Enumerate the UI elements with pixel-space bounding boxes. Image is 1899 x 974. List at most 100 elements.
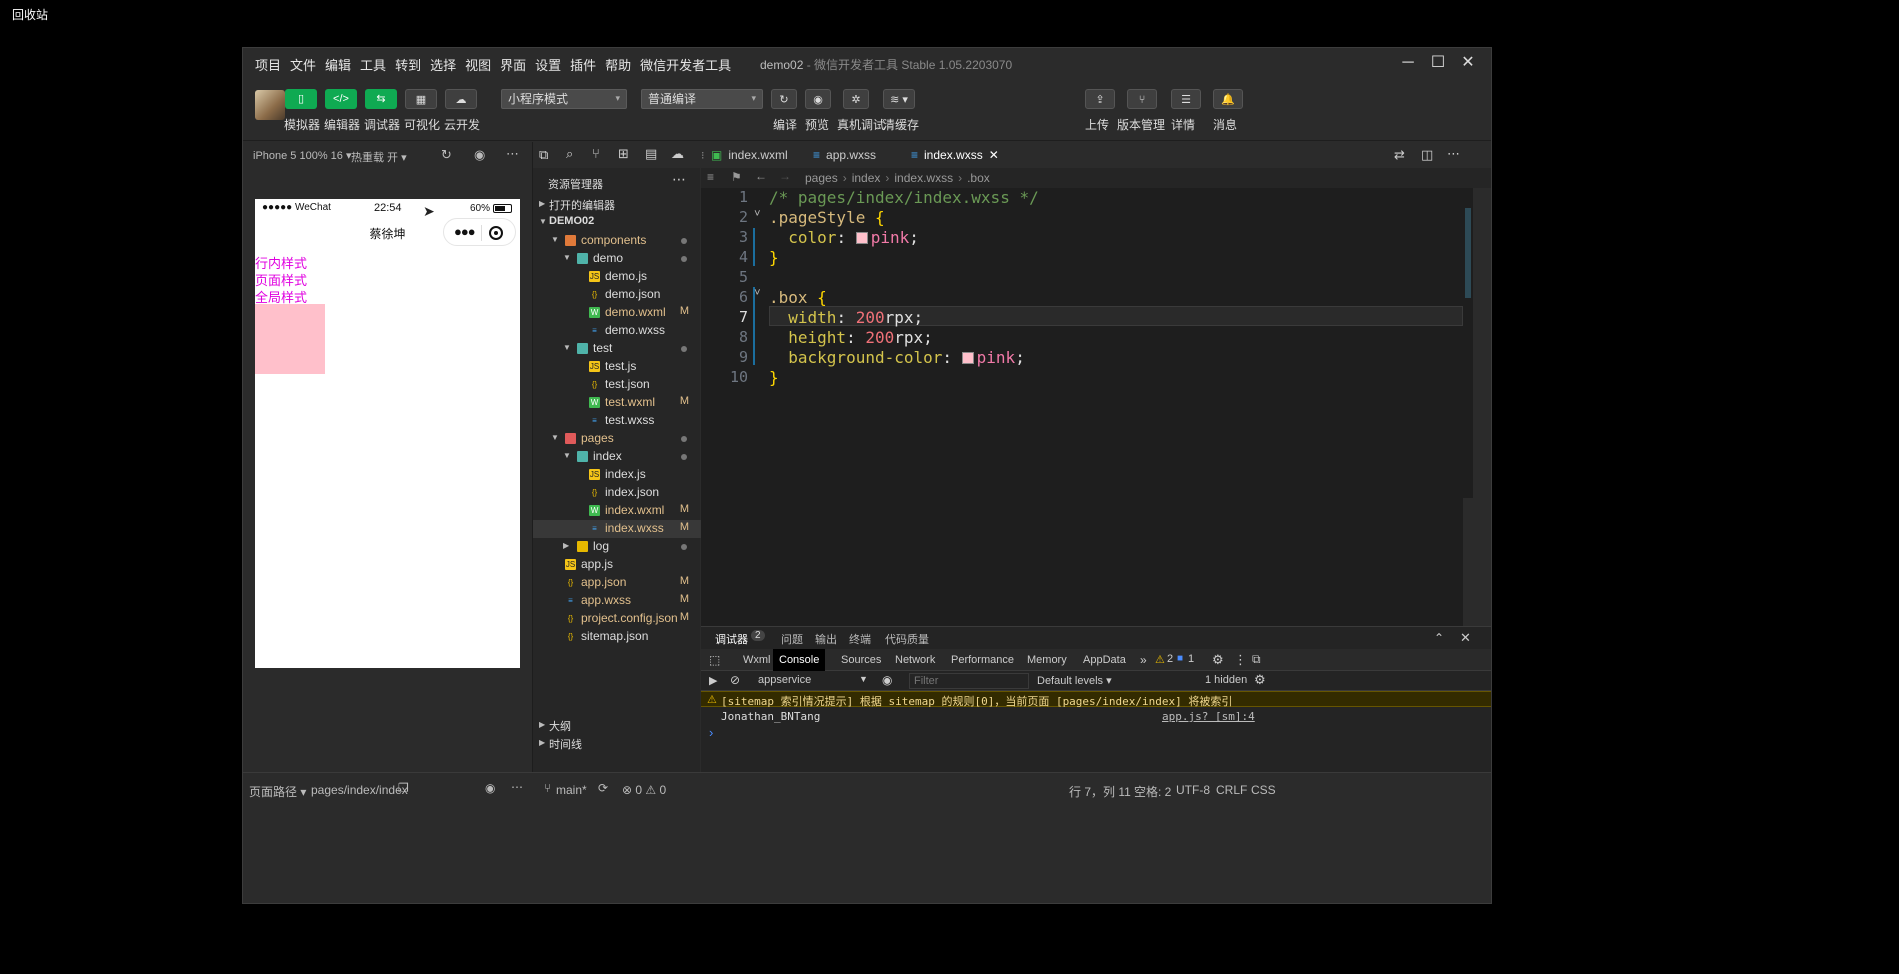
menu-7[interactable]: 界面 (500, 55, 526, 74)
list-icon[interactable]: ≡ (707, 170, 714, 184)
phone-toggle-button[interactable]: ▯ (285, 89, 317, 109)
tree-item[interactable]: JS app.js (533, 556, 701, 574)
menu-5[interactable]: 选择 (430, 55, 456, 74)
tree-item[interactable]: JS test.js (533, 358, 701, 376)
tree-item[interactable]: {} project.config.json M (533, 610, 701, 628)
code-line[interactable]: color: pink; (769, 228, 919, 247)
版本管理-button[interactable]: ⑂ (1127, 89, 1157, 109)
tree-item[interactable]: ≡ app.wxss M (533, 592, 701, 610)
tree-item[interactable]: ≡ index.wxss M (533, 520, 701, 538)
breadcrumb-item[interactable]: index.wxss (894, 171, 953, 185)
fold-icon[interactable]: ˅ (754, 286, 761, 300)
toolbar-label[interactable]: 清缓存 (883, 116, 919, 133)
devtools-tab[interactable]: Network (889, 649, 941, 671)
breadcrumb-item[interactable]: index (852, 171, 881, 185)
toolbar-label[interactable]: 预览 (805, 116, 829, 133)
toolbar-label[interactable]: 真机调试 (837, 116, 885, 133)
open-editors-section[interactable]: ▶ 打开的编辑器 (533, 196, 701, 214)
close-circle-icon[interactable] (489, 226, 503, 240)
source-control-icon[interactable]: ⑂ (592, 146, 600, 161)
outline-section[interactable]: ▶ 大纲 (533, 717, 701, 735)
code-toggle-button[interactable]: </> (325, 89, 357, 109)
menu-2[interactable]: 编辑 (325, 55, 351, 74)
真机调试-button[interactable]: ✲ (843, 89, 869, 109)
git-branch[interactable]: main* (556, 783, 587, 797)
gear-icon[interactable]: ⚙ (1212, 652, 1224, 668)
menu-6[interactable]: 视图 (465, 55, 491, 74)
more-icon[interactable]: ⋯ (672, 171, 686, 188)
page-path-label[interactable]: 页面路径 ▾ (249, 783, 306, 800)
toolbar-label[interactable]: 消息 (1213, 116, 1237, 133)
clear-console-icon[interactable]: ⊘ (730, 673, 740, 687)
code-line[interactable]: background-color: pink; (769, 348, 1025, 367)
back-arrow-icon[interactable]: ← (755, 169, 767, 183)
minimap-scrollbar[interactable] (1463, 188, 1473, 498)
code-line[interactable]: width: 200rpx; (769, 308, 923, 327)
color-swatch[interactable] (855, 232, 868, 244)
tree-item[interactable]: {} demo.json (533, 286, 701, 304)
code-line[interactable]: /* pages/index/index.wxss */ (769, 188, 1039, 207)
forward-arrow-icon[interactable]: → (779, 169, 791, 183)
indentation[interactable]: 空格: 2 (1134, 783, 1171, 800)
eye-icon[interactable]: ◉ (485, 781, 495, 795)
log-levels-select[interactable]: Default levels ▾ (1037, 674, 1112, 687)
device-select[interactable]: iPhone 5 100% 16 ▾ (253, 149, 351, 162)
bookmark-icon[interactable]: ⚑ (731, 170, 742, 184)
code-line[interactable]: } (769, 248, 779, 267)
more-dots-icon[interactable]: ●●● (454, 224, 476, 239)
undock-icon[interactable]: ⧉ (1252, 652, 1261, 667)
tree-item[interactable]: Wtest.wxml M (533, 394, 701, 412)
menu-1[interactable]: 文件 (290, 55, 316, 74)
tab-index.wxml[interactable]: ▣ index.wxml (711, 142, 788, 168)
extensions-icon[interactable]: ⊞ (618, 146, 629, 162)
log-source-link[interactable]: app.js? [sm]:4 (1162, 710, 1255, 723)
tree-item[interactable]: Wdemo.wxml M (533, 304, 701, 322)
上传-button[interactable]: ⇪ (1085, 89, 1115, 109)
menu-10[interactable]: 帮助 (605, 55, 631, 74)
panel-tab[interactable]: 调试器 (715, 631, 748, 650)
hot-reload-toggle[interactable]: 热重载 开 ▾ (351, 149, 407, 165)
capsule-button[interactable]: ●●● (443, 218, 516, 246)
tab-app.wxss[interactable]: ≡ app.wxss (813, 142, 876, 168)
devtools-tab[interactable]: Wxml (737, 649, 777, 671)
tree-item[interactable]: JS demo.js (533, 268, 701, 286)
tree-item[interactable]: ▼ index (533, 448, 701, 466)
cursor-position[interactable]: 行 7，列 11 (1069, 783, 1131, 800)
more-icon[interactable]: ⋯ (511, 780, 523, 794)
toolbar-label[interactable]: 模拟器 (284, 116, 320, 133)
menu-8[interactable]: 设置 (535, 55, 561, 74)
toolbar-label[interactable]: 可视化 (404, 116, 440, 133)
files-icon[interactable]: ⧉ (539, 147, 548, 163)
tree-item[interactable]: ▼ test (533, 340, 701, 358)
panel-tab[interactable]: 代码质量 (885, 631, 929, 647)
mode-select[interactable]: 小程序模式 ▾ (501, 89, 627, 109)
devtools-tab[interactable]: Performance (945, 649, 1020, 671)
maximize-button[interactable]: ☐ (1428, 53, 1448, 73)
code-line[interactable]: .box { (769, 288, 827, 307)
toolbar-label[interactable]: 调试器 (364, 116, 400, 133)
toolbar-label[interactable]: 云开发 (444, 116, 480, 133)
search-icon[interactable]: ⌕ (566, 146, 573, 162)
cloud-toggle-button[interactable]: ☁ (445, 89, 477, 109)
tree-item[interactable]: JS index.js (533, 466, 701, 484)
breadcrumb-item[interactable]: pages (805, 171, 838, 185)
menu-0[interactable]: 项目 (255, 55, 281, 74)
编译-button[interactable]: ↻ (771, 89, 797, 109)
code-line[interactable]: .pageStyle { (769, 208, 885, 227)
toolbar-label[interactable]: 上传 (1085, 116, 1109, 133)
close-panel-icon[interactable]: ✕ (1460, 630, 1471, 646)
tree-item[interactable]: ▼ components (533, 232, 701, 250)
fold-icon[interactable]: ˅ (754, 207, 761, 221)
more-icon[interactable]: ⋯ (506, 146, 519, 162)
tree-item[interactable]: ▶ log (533, 538, 701, 556)
copy-icon[interactable]: ❐ (398, 781, 409, 795)
devtools-tab[interactable]: AppData (1077, 649, 1132, 671)
tree-item[interactable]: ≡ test.wxss (533, 412, 701, 430)
close-button[interactable]: ✕ (1458, 53, 1478, 73)
warning-count[interactable]: 2 (1167, 653, 1173, 665)
context-select[interactable]: appservice (758, 674, 811, 686)
image-icon[interactable]: ▤ (645, 146, 657, 162)
tabs-overflow-icon[interactable]: ⁝ (701, 149, 705, 162)
tree-item[interactable]: {} index.json (533, 484, 701, 502)
more-vert-icon[interactable]: ⋮ (1234, 652, 1247, 668)
